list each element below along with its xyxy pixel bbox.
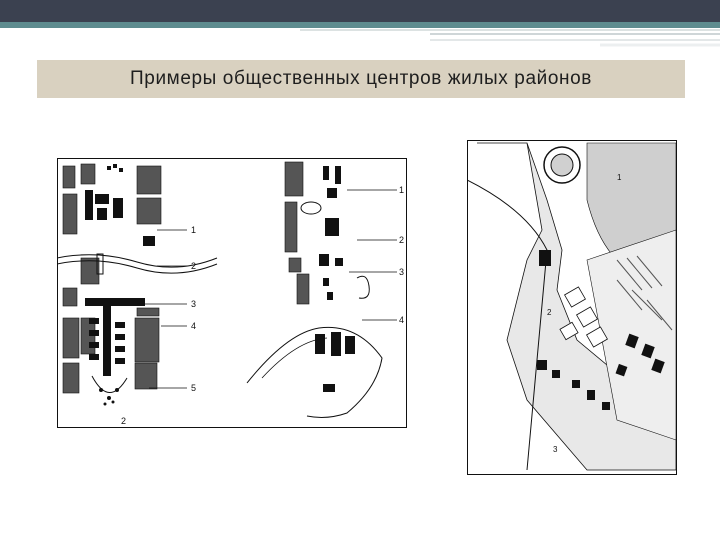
site-plan-label-2: 2 (547, 308, 552, 317)
site-plan-drawing: 1 2 3 (467, 140, 677, 475)
site-plan-label-1: 1 (617, 173, 622, 182)
plan-a-callout-4: 4 (191, 321, 196, 331)
header-bar (0, 0, 720, 22)
slide-title: Примеры общественных центров жилых район… (130, 68, 592, 89)
plan-a-callout-2: 2 (191, 261, 196, 271)
plan-a-callout-5: 5 (191, 383, 196, 393)
plan-a-caption: 2 (121, 416, 126, 426)
plan-a-callout-1: 1 (191, 225, 196, 235)
plan-b-callout-1: 1 (399, 185, 404, 195)
plan-b-callout-2: 2 (399, 235, 404, 245)
site-plan-label-3: 3 (553, 445, 558, 454)
site-plan-figure-right: 1 2 3 (467, 140, 677, 475)
header-decorative-lines (300, 29, 720, 47)
plan-a-callout-3: 3 (191, 299, 196, 309)
plans-figure-left: 1 2 3 4 5 2 1 2 3 4 (57, 158, 407, 428)
plan-b-callout-4: 4 (399, 315, 404, 325)
plan-b-callout-3: 3 (399, 267, 404, 277)
district-plans-drawing: 1 2 3 4 5 2 1 2 3 4 (57, 158, 407, 428)
